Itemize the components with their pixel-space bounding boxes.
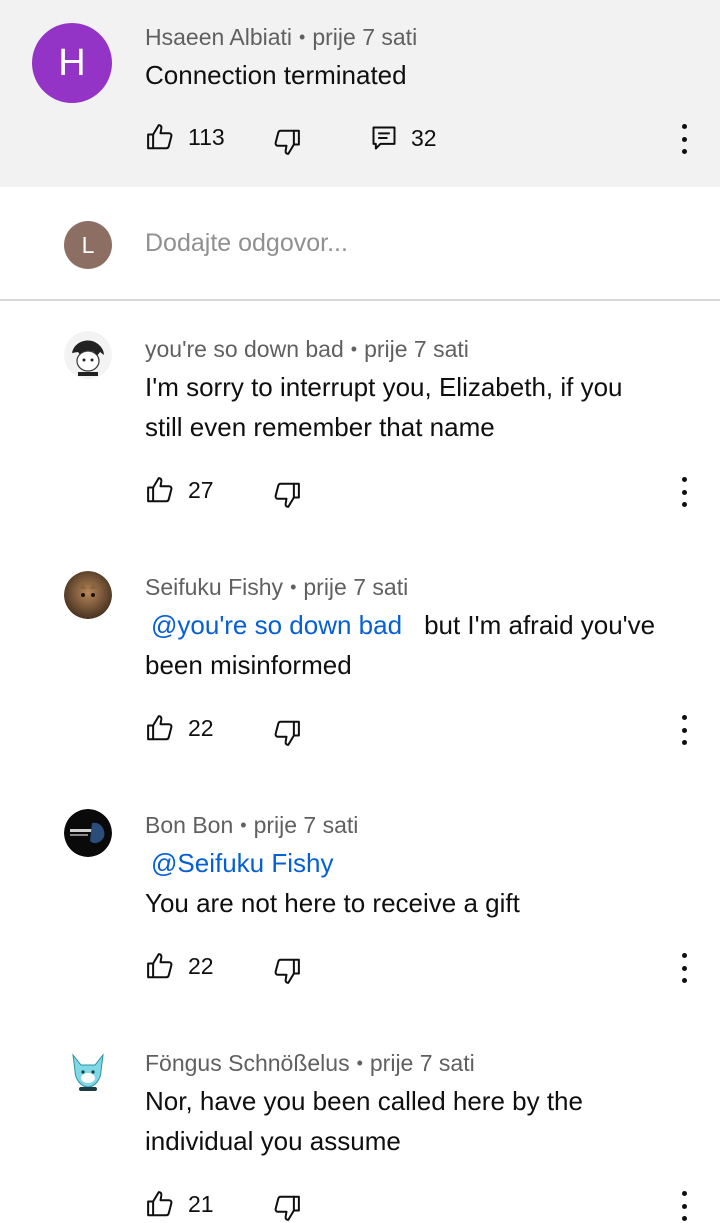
cat-photo-icon [64,571,112,619]
thumbs-up-icon [147,477,173,503]
thumbs-down-icon [274,958,300,984]
comment-meta: Hsaeen Albiati • prije 7 sati [145,24,417,51]
dislike-button[interactable] [272,480,302,510]
thumbs-up-icon [147,953,173,979]
more-options-button[interactable] [679,477,689,507]
meta-separator: • [290,577,297,597]
comment-text: @Seifuku Fishy You are not here to recei… [145,843,520,923]
comment-text: @you're so down bad but I'm afraid you've… [145,605,655,685]
comment-meta: Föngus Schnößelus • prije 7 sati [145,1050,475,1077]
comment-meta: you're so down bad • prije 7 sati [145,336,469,363]
avatar-letter: L [81,231,95,258]
meta-separator: • [299,27,306,47]
like-count: 21 [188,1190,214,1217]
dislike-button[interactable] [272,1193,302,1223]
comment-time: prije 7 sati [312,24,418,50]
dislike-button[interactable] [272,718,302,748]
avatar[interactable]: H [32,23,112,103]
mention-link[interactable]: @you're so down bad [151,610,402,640]
thumbs-up-icon [147,1191,173,1217]
comment-author[interactable]: you're so down bad [145,336,344,362]
add-reply-input[interactable]: Dodajte odgovor... [145,229,348,258]
comment-text: Connection terminated [145,60,407,90]
more-options-button[interactable] [679,953,689,983]
comment-author[interactable]: Föngus Schnößelus [145,1050,350,1076]
like-count: 27 [188,476,214,503]
comment-line: been misinformed [145,650,352,680]
avatar-letter: H [58,41,86,84]
comment-time: prije 7 sati [253,812,359,838]
like-count: 22 [188,714,214,741]
mention-link[interactable]: @Seifuku Fishy [151,848,333,878]
more-options-button[interactable] [679,1191,689,1221]
avatar[interactable] [64,809,112,857]
reply-count-button[interactable]: 32 [370,124,437,152]
like-button[interactable]: 22 [145,713,214,743]
comment-meta: Seifuku Fishy • prije 7 sati [145,574,408,601]
thumbs-up-icon [147,715,173,741]
thumbs-up-icon [147,124,173,150]
comment-line: I'm sorry to interrupt you, Elizabeth, i… [145,372,623,402]
like-button[interactable]: 27 [145,475,214,505]
thumbs-down-icon [274,720,300,746]
comment-time: prije 7 sati [303,574,409,600]
like-button[interactable]: 113 [145,122,225,152]
comment-time: prije 7 sati [364,336,469,362]
highlighted-comment: H Hsaeen Albiati • prije 7 sati Connection… [0,0,720,187]
comment-line: but I'm afraid you've [424,610,656,640]
comment-line: Nor, have you been called here by the [145,1086,583,1116]
fox-avatar-icon [64,1047,112,1095]
like-count: 22 [188,952,214,979]
like-button[interactable]: 21 [145,1189,214,1219]
avatar[interactable] [64,571,112,619]
dislike-button[interactable] [272,956,302,986]
dark-logo-avatar-icon [64,809,112,857]
thumbs-down-icon [274,129,300,155]
dislike-button[interactable] [272,127,302,157]
avatar[interactable] [64,1047,112,1095]
meta-separator: • [350,339,358,359]
anime-avatar-icon [64,331,112,379]
more-options-button[interactable] [679,715,689,745]
meta-separator: • [240,815,247,835]
comment-line: individual you assume [145,1126,401,1156]
like-button[interactable]: 22 [145,951,214,981]
like-count: 113 [188,123,225,150]
comment-text: I'm sorry to interrupt you, Elizabeth, i… [145,367,623,447]
more-options-button[interactable] [679,124,689,154]
comment-author[interactable]: Bon Bon [145,812,233,838]
thumbs-down-icon [274,1195,300,1221]
comment-text: Nor, have you been called here by the in… [145,1081,583,1161]
reply-count: 32 [411,124,437,151]
comment-time: prije 7 sati [369,1050,475,1076]
thumbs-down-icon [274,482,300,508]
divider [0,299,720,301]
comment-author[interactable]: Seifuku Fishy [145,574,283,600]
user-avatar: L [64,221,112,269]
avatar[interactable] [64,331,112,379]
comment-author[interactable]: Hsaeen Albiati [145,24,292,50]
comment-line: You are not here to receive a gift [145,888,520,918]
comment-meta: Bon Bon • prije 7 sati [145,812,358,839]
meta-separator: • [356,1053,363,1073]
comment-line: still even remember that name [145,412,495,442]
comment-icon [372,126,396,150]
